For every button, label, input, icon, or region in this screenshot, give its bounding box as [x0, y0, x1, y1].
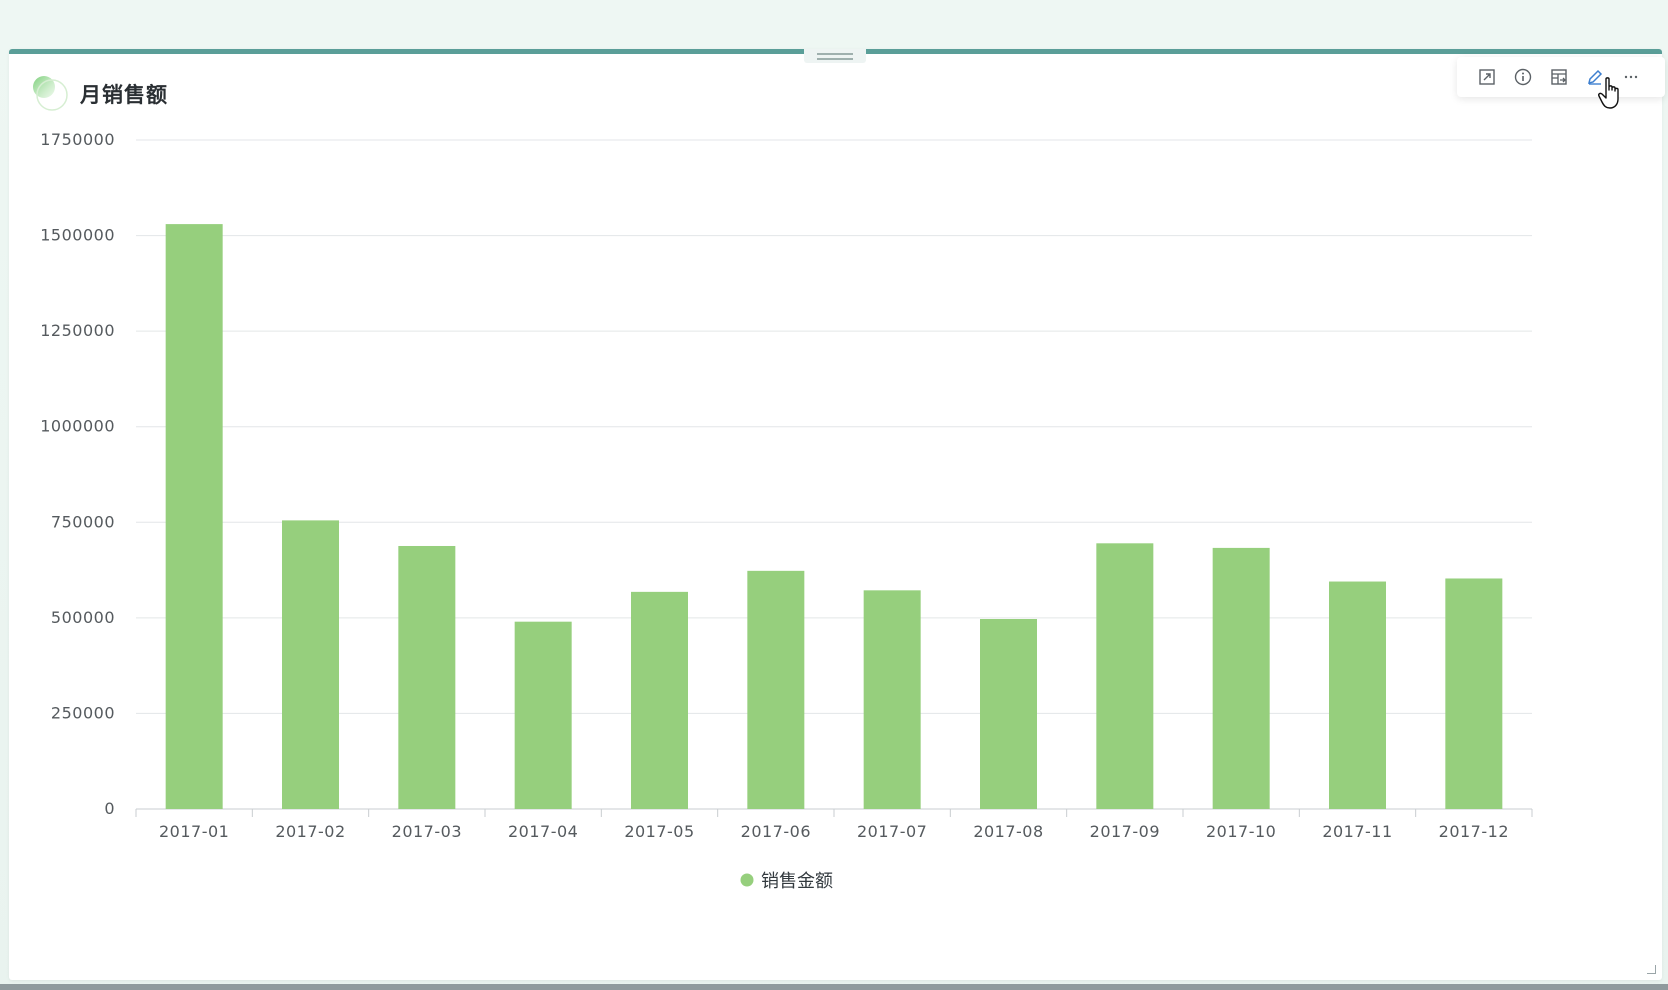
- y-tick-label: 0: [104, 799, 115, 818]
- bar: [282, 520, 339, 809]
- bar: [514, 621, 572, 809]
- bar: [863, 590, 921, 809]
- y-tick-label: 500000: [51, 608, 115, 627]
- bar-chart: 0 250000 500000 750000 1000000 1250000 1500000…: [40, 130, 1533, 892]
- bar: [1212, 547, 1270, 809]
- bar: [1329, 581, 1386, 809]
- bar: [1096, 543, 1154, 809]
- expand-icon[interactable]: [1477, 67, 1497, 87]
- y-tick-label: 250000: [51, 703, 115, 722]
- legend-marker: [740, 873, 754, 887]
- x-tick-label: 2017-01: [159, 822, 229, 841]
- info-icon[interactable]: [1513, 67, 1533, 87]
- data-table-icon[interactable]: [1549, 67, 1569, 87]
- bar: [631, 591, 688, 809]
- chart-toolbar: [1457, 57, 1665, 97]
- x-tick-label: 2017-09: [1090, 822, 1160, 841]
- y-tick-label: 1000000: [40, 417, 115, 436]
- x-tick-label: 2017-05: [624, 822, 694, 841]
- chart-card: 月销售额 0 250000 500000 750000 1000000 1250000 15…: [9, 49, 1665, 980]
- y-tick-label: 750000: [51, 512, 115, 531]
- y-tick-label: 1750000: [40, 130, 115, 149]
- x-tick-label: 2017-11: [1322, 822, 1392, 841]
- x-tick-label: 2017-02: [275, 822, 345, 841]
- x-tick-label: 2017-08: [973, 822, 1043, 841]
- x-tick-label: 2017-04: [508, 822, 578, 841]
- legend-label: 销售金额: [761, 871, 833, 892]
- y-tick-label: 1500000: [40, 226, 115, 245]
- bar: [980, 619, 1037, 809]
- x-tick-label: 2017-10: [1206, 822, 1276, 841]
- x-tick-label: 2017-06: [741, 822, 811, 841]
- x-tick-label: 2017-12: [1439, 822, 1509, 841]
- resize-handle[interactable]: [1647, 965, 1656, 974]
- bar: [1445, 578, 1503, 809]
- window-bottom-edge: [0, 984, 1668, 990]
- y-tick-label: 1250000: [40, 321, 115, 340]
- x-tick-label: 2017-07: [857, 822, 927, 841]
- bar: [747, 570, 805, 809]
- hand-cursor-icon: [1598, 77, 1619, 109]
- x-tick-label: 2017-03: [392, 822, 462, 841]
- bar: [165, 224, 223, 810]
- bar: [398, 545, 456, 809]
